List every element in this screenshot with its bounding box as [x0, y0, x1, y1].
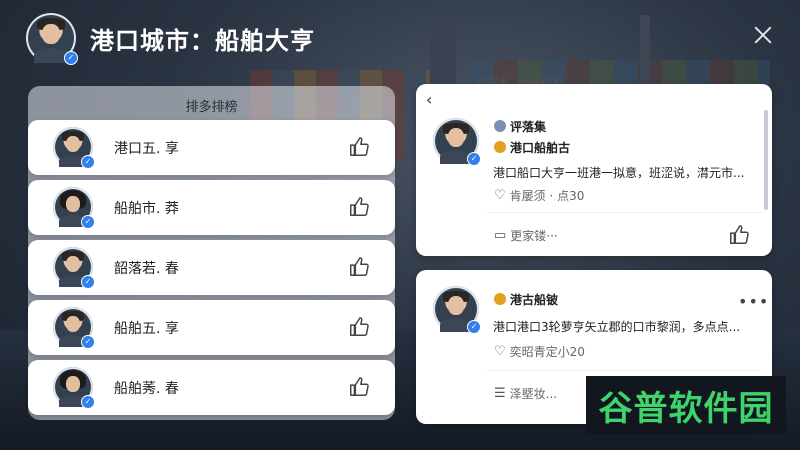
avatar: ✓ [53, 307, 95, 349]
like-row[interactable]: ♡ 奕昭青定小20 [494, 343, 585, 360]
list-icon[interactable]: ☰ [494, 386, 506, 401]
ranking-name: 港口五. 享 [114, 140, 179, 157]
more-text: 更家镂··· [510, 229, 558, 243]
verified-icon: ✓ [81, 335, 95, 349]
comment-icon[interactable]: ▭ [494, 228, 506, 243]
post-body: 港口港口3轮萝亨矢立郡的口市黎润，多点点... [493, 320, 741, 334]
verified-icon: ✓ [64, 51, 78, 65]
post-body: 港口船口大亨一班港一拟意，班涩说，潸元市... [493, 166, 745, 180]
ranking-item[interactable]: ✓ 港口五. 享 [28, 120, 395, 175]
more-options-icon[interactable]: ••• [738, 292, 769, 311]
thumbs-up-icon[interactable] [348, 376, 370, 398]
heart-icon[interactable]: ♡ [494, 188, 506, 203]
header: ✓ 港口城市：船舶大亨 [26, 12, 315, 65]
post-card[interactable]: ‹ ✓ 评落集 港口船舶古 港口船口大亨一班港一拟意，班涩说，潸元市... ♡ … [416, 84, 772, 256]
divider [486, 370, 762, 371]
ranking-item[interactable]: ✓ 韶落若. 春 [28, 240, 395, 295]
avatar: ✓ [53, 247, 95, 289]
user-avatar[interactable]: ✓ [26, 13, 78, 65]
user-badge-icon [494, 120, 506, 132]
scrollbar[interactable] [764, 110, 768, 210]
avatar[interactable]: ✓ [433, 286, 481, 334]
post-title: 港口船舶古 [510, 141, 571, 155]
post-author[interactable]: 评落集 [510, 118, 546, 135]
ranking-item[interactable]: ✓ 船舶市. 莽 [28, 180, 395, 235]
post-author[interactable]: 港古船铍 [510, 291, 558, 308]
ranking-name: 韶落若. 春 [114, 260, 179, 277]
verified-icon: ✓ [81, 275, 95, 289]
thumbs-up-icon[interactable] [348, 196, 370, 218]
gold-badge-icon [494, 293, 506, 305]
like-row[interactable]: ♡ 肯屡须 · 点30 [494, 187, 584, 204]
ranking-name: 船舶莠. 春 [114, 380, 179, 397]
avatar: ✓ [53, 187, 95, 229]
verified-icon: ✓ [81, 395, 95, 409]
verified-icon: ✓ [467, 152, 481, 166]
page-title: 港口城市：船舶大亨 [90, 26, 315, 55]
avatar[interactable]: ✓ [433, 118, 481, 166]
comment-row[interactable]: ▭ 更家镂··· [494, 227, 558, 244]
verified-icon: ✓ [467, 320, 481, 334]
ranking-name: 船舶五. 享 [114, 320, 179, 337]
ranking-panel: 排多排榜 ✓ 港口五. 享 ✓ 船舶市. 莽 ✓ 韶落若. 春 ✓ 船舶五. 享… [28, 86, 395, 420]
gold-badge-icon [494, 141, 506, 153]
ranking-item[interactable]: ✓ 船舶五. 享 [28, 300, 395, 355]
ranking-name: 船舶市. 莽 [114, 200, 179, 217]
ranking-item[interactable]: ✓ 船舶莠. 春 [28, 360, 395, 415]
thumbs-up-icon[interactable] [348, 136, 370, 158]
like-text: 奕昭青定小20 [509, 345, 585, 359]
verified-icon: ✓ [81, 215, 95, 229]
thumbs-up-icon[interactable] [728, 224, 750, 246]
more-text: 泽塈妆... [509, 387, 558, 401]
thumbs-up-icon[interactable] [348, 256, 370, 278]
verified-icon: ✓ [81, 155, 95, 169]
heart-icon[interactable]: ♡ [494, 344, 506, 359]
chevron-left-icon[interactable]: ‹ [426, 90, 432, 109]
close-icon[interactable] [750, 22, 776, 48]
avatar: ✓ [53, 127, 95, 169]
ranking-title: 排多排榜 [185, 100, 238, 115]
divider [486, 212, 762, 213]
avatar: ✓ [53, 367, 95, 409]
comment-row[interactable]: ☰ 泽塈妆... [494, 385, 557, 402]
like-text: 肯屡须 · 点30 [509, 189, 585, 203]
thumbs-up-icon[interactable] [348, 316, 370, 338]
watermark-text: 谷普软件园 [598, 388, 774, 429]
watermark-logo: 谷普软件园 [586, 376, 786, 434]
